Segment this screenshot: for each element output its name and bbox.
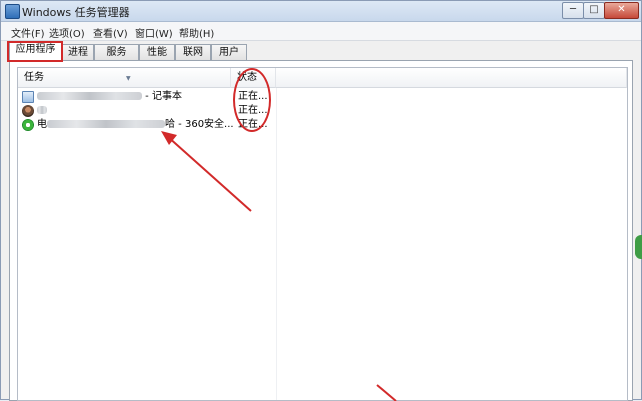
notepad-icon	[22, 91, 34, 103]
blurred-text	[37, 92, 142, 100]
menu-bar: 文件(F) 选项(O) 查看(V) 窗口(W) 帮助(H)	[1, 22, 641, 41]
360-browser-icon	[22, 119, 34, 131]
blurred-text	[37, 106, 47, 114]
menu-file[interactable]: 文件(F)	[11, 25, 45, 40]
task-suffix: 哈 - 360安全...	[165, 119, 234, 130]
task-row[interactable]: - 记事本 正在...	[18, 90, 628, 104]
minimize-button[interactable]: ─	[562, 2, 584, 19]
tab-processes[interactable]: 进程	[62, 44, 94, 60]
column-task-label: 任务	[24, 72, 44, 83]
task-prefix: 电	[37, 119, 47, 130]
tab-annotation-box	[7, 41, 63, 62]
column-header-empty	[276, 68, 627, 88]
tab-strip: 应用程序 进程 服务 性能 联网 用户	[1, 41, 641, 61]
title-bar[interactable]: Windows 任务管理器 ─ □ ✕	[1, 1, 641, 22]
maximize-button[interactable]: □	[583, 2, 605, 19]
sort-arrow-icon: ▼	[126, 75, 131, 82]
task-list[interactable]: 任务 ▼ 状态 - 记事本 正在... 正在... 电哈 - 360安全...	[17, 67, 628, 401]
task-name: - 记事本	[37, 90, 182, 104]
blurred-text	[47, 120, 165, 128]
tab-users[interactable]: 用户	[211, 44, 247, 60]
column-header-task[interactable]: 任务 ▼	[18, 68, 231, 88]
floating-side-button[interactable]	[635, 235, 642, 259]
task-manager-icon	[5, 4, 20, 19]
tab-networking[interactable]: 联网	[175, 44, 211, 60]
status-annotation-ellipse	[233, 68, 271, 132]
task-row[interactable]: 正在...	[18, 104, 628, 118]
avatar-icon	[22, 105, 34, 117]
tab-performance[interactable]: 性能	[139, 44, 175, 60]
window-title: Windows 任务管理器	[22, 6, 130, 19]
task-row[interactable]: 电哈 - 360安全... 正在...	[18, 118, 628, 132]
menu-help[interactable]: 帮助(H)	[179, 25, 214, 40]
column-divider	[276, 88, 277, 400]
task-name	[37, 104, 47, 118]
task-name: 电 哈 - 360安全...	[37, 118, 234, 132]
task-suffix: - 记事本	[142, 91, 182, 102]
menu-options[interactable]: 选项(O)	[49, 25, 85, 40]
task-manager-window: Windows 任务管理器 ─ □ ✕ 文件(F) 选项(O) 查看(V) 窗口…	[0, 0, 642, 401]
menu-view[interactable]: 查看(V)	[93, 25, 128, 40]
close-button[interactable]: ✕	[604, 2, 639, 19]
menu-window[interactable]: 窗口(W)	[135, 25, 173, 40]
tab-services[interactable]: 服务	[94, 44, 139, 60]
